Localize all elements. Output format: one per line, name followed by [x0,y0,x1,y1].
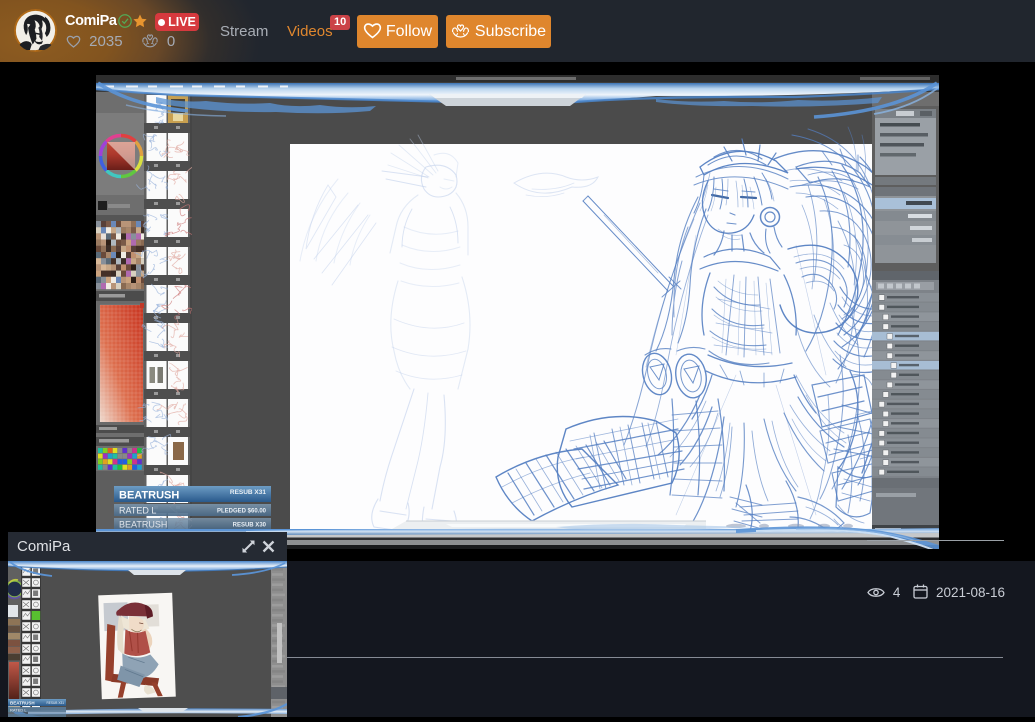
svg-text:RATED L: RATED L [10,708,27,713]
svg-text:PLEDGED $60.00: PLEDGED $60.00 [217,509,267,515]
svg-text:RATED L: RATED L [119,506,156,516]
svg-text:RESUB X31: RESUB X31 [230,489,267,496]
svg-text:RESUB X31: RESUB X31 [46,701,64,705]
svg-text:BEATRUSH: BEATRUSH [119,490,179,502]
svg-text:RESUB X30: RESUB X30 [233,523,267,529]
svg-text:BEATRUSH: BEATRUSH [119,520,167,530]
svg-text:BEATRUSH: BEATRUSH [10,701,35,706]
